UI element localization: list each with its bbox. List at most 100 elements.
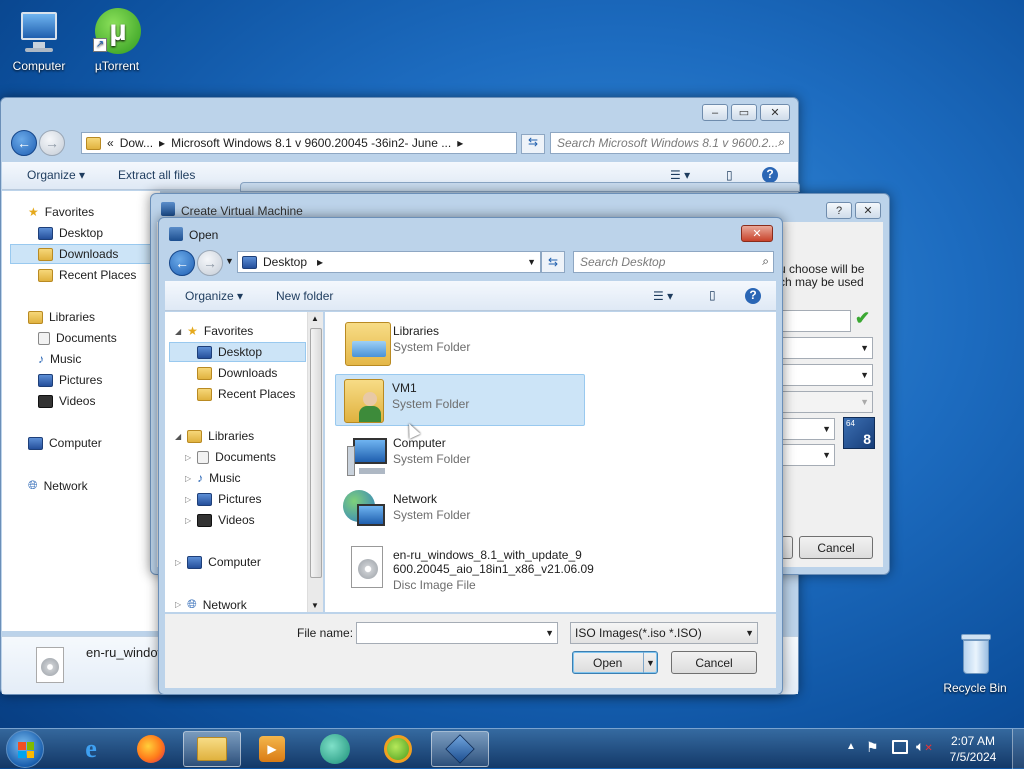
breadcrumb-item[interactable]: Desktop [263,255,307,269]
expand-arrow-icon[interactable]: ◢ [175,327,181,336]
nav-desktop[interactable]: Desktop [38,226,103,240]
forward-button[interactable]: → [197,250,223,276]
vm-type-combo[interactable]: ▼ [781,418,835,440]
expand-arrow-icon[interactable]: ▷ [175,600,181,609]
taskbar-virtualbox[interactable] [431,731,489,767]
show-desktop-button[interactable] [1012,729,1024,769]
filter-dropdown-icon[interactable]: ▼ [745,628,754,638]
help-icon[interactable]: ? [762,167,778,183]
nav-libraries[interactable]: Libraries [28,310,95,324]
taskbar-app-teal[interactable] [306,731,364,767]
vm-folder-combo[interactable]: ▼ [781,337,873,359]
taskbar-internet-explorer[interactable]: e [62,731,120,767]
volume-muted-icon[interactable]: 🔈︎✕ [916,738,933,755]
vm-version-combo[interactable]: ▼ [781,444,835,466]
nav-desktop[interactable]: Desktop [197,345,262,359]
help-button[interactable]: ? [826,202,852,219]
nav-recent-places[interactable]: Recent Places [38,268,136,282]
open-button[interactable]: Open ▼ [572,651,658,674]
nav-computer[interactable]: Computer [28,436,102,450]
address-bar[interactable]: Desktop ▸ ▼ [237,251,541,273]
nav-network[interactable]: 🌐︎ Network [28,478,88,493]
file-item-computer[interactable]: Computer System Folder [337,430,587,482]
organize-button[interactable]: Organize ▾ [27,168,85,182]
vm-cancel-button[interactable]: Cancel [799,536,873,559]
nav-computer[interactable]: ▷ Computer [175,555,261,569]
nav-scrollbar[interactable]: ▲ ▼ [307,312,323,612]
nav-scrollbar-thumb[interactable] [310,328,322,578]
taskbar-app-green[interactable] [369,731,427,767]
vm-iso-combo[interactable]: ▼ [781,364,873,386]
nav-favorites[interactable]: ★ Favorites [28,205,94,219]
documents-icon [197,450,210,464]
extract-all-button[interactable]: Extract all files [118,168,195,182]
open-split-dropdown-icon[interactable]: ▼ [643,652,657,673]
nav-downloads[interactable]: Downloads [197,366,277,380]
nav-libraries[interactable]: ◢ Libraries [175,429,254,443]
file-type-filter[interactable]: ISO Images(*.iso *.ISO) ▼ [570,622,758,644]
file-item-network[interactable]: Network System Folder [337,486,587,538]
view-options-icon[interactable]: ☰ ▾ [670,168,690,182]
taskbar-firefox[interactable] [122,731,180,767]
cancel-button[interactable]: Cancel [671,651,757,674]
refresh-icon[interactable]: ⇆ [521,134,545,154]
expand-arrow-icon[interactable]: ▷ [185,516,191,525]
back-button[interactable]: ← [169,250,195,276]
file-name-dropdown-icon[interactable]: ▼ [545,628,554,638]
new-folder-button[interactable]: New folder [276,289,333,303]
nav-recent-places[interactable]: Recent Places [197,387,295,401]
clock[interactable]: 2:07 AM 7/5/2024 [940,733,1006,765]
close-button[interactable]: ✕ [760,104,790,121]
desktop-icon-recycle-bin[interactable]: Recycle Bin [940,630,1010,695]
nav-network[interactable]: ▷ 🌐︎ Network [175,597,247,612]
minimize-button[interactable]: – [702,104,728,121]
start-button[interactable] [6,730,44,768]
nav-videos[interactable]: Videos [38,394,95,408]
network-tray-icon[interactable] [892,740,908,754]
desktop-icon-computer[interactable]: Computer [4,8,74,73]
taskbar-explorer[interactable] [183,731,241,767]
nav-pictures[interactable]: ▷ Pictures [185,492,262,506]
view-options-icon[interactable]: ☰ ▾ [653,289,673,303]
nav-favorites[interactable]: ◢ ★ Favorites [175,324,253,338]
expand-arrow-icon[interactable]: ▷ [185,495,191,504]
file-name-input[interactable]: ▼ [356,622,558,644]
vm-edition-combo[interactable]: ▼ [781,391,873,413]
address-dropdown-icon[interactable]: ▼ [527,257,536,267]
nav-videos[interactable]: ▷ Videos [185,513,255,527]
nav-documents[interactable]: Documents [38,331,117,345]
maximize-button[interactable]: ▭ [731,104,757,121]
nav-documents[interactable]: ▷ Documents [185,450,276,464]
recent-pages-dropdown[interactable]: ▼ [225,256,234,266]
preview-pane-icon[interactable]: ▯ [726,168,733,182]
forward-button[interactable]: → [39,130,65,156]
nav-pictures[interactable]: Pictures [38,373,102,387]
close-button[interactable]: ✕ [741,225,773,242]
address-bar[interactable]: « Dow... ▸ Microsoft Windows 8.1 v 9600.… [81,132,517,154]
file-item-vm1[interactable]: VM1 System Folder [335,374,585,426]
expand-arrow-icon[interactable]: ▷ [175,558,181,567]
back-button[interactable]: ← [11,130,37,156]
taskbar-media-player[interactable]: ▶ [243,731,301,767]
action-center-flag-icon[interactable]: ⚑ [866,739,879,756]
show-hidden-icons[interactable]: ▲ [846,741,856,752]
breadcrumb-item[interactable]: Microsoft Windows 8.1 v 9600.20045 -36in… [171,136,451,150]
vm-name-field[interactable] [781,310,851,332]
expand-arrow-icon[interactable]: ◢ [175,432,181,441]
search-input[interactable]: Search Desktop ⌕ [573,251,774,273]
desktop-icon-utorrent[interactable]: µ ↗ µTorrent [82,8,152,73]
nav-music[interactable]: ♪ Music [38,352,81,366]
search-input[interactable]: Search Microsoft Windows 8.1 v 9600.2...… [550,132,790,154]
expand-arrow-icon[interactable]: ▷ [185,453,191,462]
help-icon[interactable]: ? [745,288,761,304]
preview-pane-icon[interactable]: ▯ [709,288,716,302]
breadcrumb-item[interactable]: Dow... [120,136,153,150]
file-item-libraries[interactable]: Libraries System Folder [337,318,587,370]
organize-button[interactable]: Organize ▾ [185,289,243,303]
refresh-icon[interactable]: ⇆ [541,251,565,273]
nav-music[interactable]: ▷ ♪ Music [185,471,241,485]
expand-arrow-icon[interactable]: ▷ [185,474,191,483]
close-button[interactable]: ✕ [855,202,881,219]
nav-downloads[interactable]: Downloads [38,247,118,261]
file-item-iso[interactable]: en-ru_windows_8.1_with_update_9 600.2004… [337,542,617,600]
